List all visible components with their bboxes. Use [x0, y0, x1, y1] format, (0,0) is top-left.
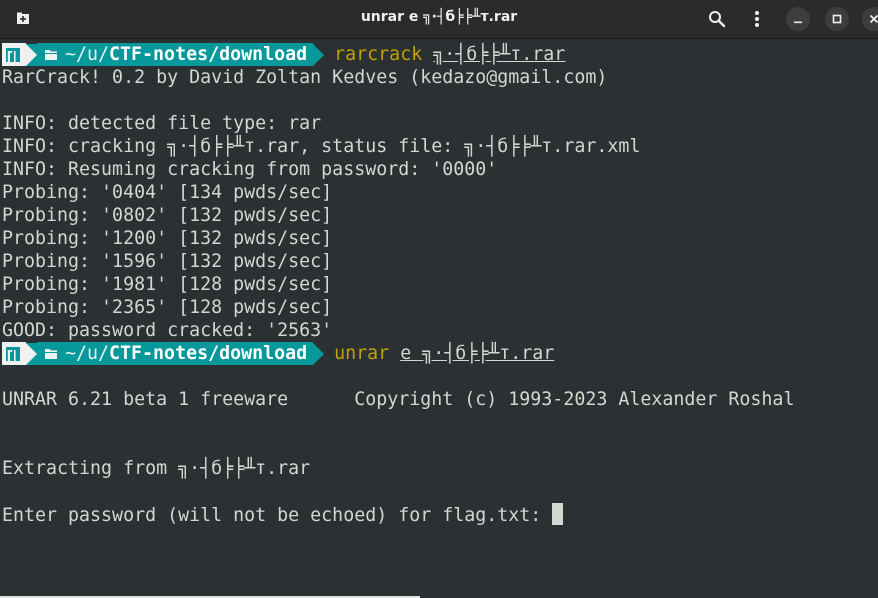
folder-icon	[45, 43, 57, 66]
shell-prompt-line: ~/u/CTF-notes/download rarcrack ╗·┤б╞╞╨т.…	[2, 43, 565, 66]
path-home: ~/	[65, 44, 88, 65]
prompt-end-arrow	[313, 43, 325, 66]
output-text: INFO: Resuming cracking from password: '…	[2, 159, 498, 180]
path-current: CTF-notes/download	[109, 343, 308, 364]
output-line: Extracting from ╗·┤б╞╞╨т.rar	[2, 457, 310, 480]
output-line: Probing: '0802' [132 pwds/sec]	[2, 204, 332, 227]
output-text: Probing: '1200' [132 pwds/sec]	[2, 228, 333, 249]
search-icon	[709, 11, 726, 28]
password-prompt-line: Enter password (will not be echoed) for …	[2, 503, 564, 526]
path-home: ~/	[65, 343, 88, 364]
terminal-output[interactable]: ~/u/CTF-notes/download rarcrack ╗·┤б╞╞╨т.…	[0, 41, 878, 598]
path-user: u/	[87, 343, 110, 364]
output-line: UNRAR 6.21 beta 1 freeware Copyright (c)…	[2, 388, 794, 411]
output-text: Probing: '1596' [132 pwds/sec]	[2, 251, 333, 272]
shell-prompt-line: ~/u/CTF-notes/download unrar e ╗·┤б╞╞╨т.r…	[2, 342, 554, 365]
output-text: UNRAR 6.21 beta 1 freeware Copyright (c)…	[2, 389, 795, 410]
output-text: GOOD: password cracked: '2563'	[2, 320, 333, 341]
path-current: CTF-notes/download	[109, 44, 308, 65]
kebab-menu-icon	[755, 11, 759, 27]
output-text: Probing: '2365' [128 pwds/sec]	[2, 297, 333, 318]
output-line: GOOD: password cracked: '2563'	[2, 319, 332, 342]
output-line: INFO: Resuming cracking from password: '…	[2, 158, 497, 181]
prompt-path-segment: ~/u/CTF-notes/download	[37, 342, 314, 365]
folder-icon	[45, 342, 57, 365]
prompt-separator-arrow	[26, 342, 37, 365]
close-icon	[869, 14, 878, 24]
prompt-os-segment	[2, 342, 26, 365]
manjaro-logo-icon	[6, 47, 20, 62]
output-text: Probing: '0802' [132 pwds/sec]	[2, 205, 333, 226]
output-text: Enter password (will not be echoed) for …	[2, 505, 553, 526]
output-text: INFO: detected file type: rar	[2, 113, 322, 134]
minimize-icon	[794, 21, 802, 24]
output-line: RarCrack! 0.2 by David Zoltan Kedves (ke…	[2, 66, 607, 89]
output-line: Probing: '1981' [128 pwds/sec]	[2, 273, 332, 296]
shell-command: rarcrack ╗·┤б╞╞╨т.rar	[334, 43, 565, 66]
output-text: Probing: '0404' [134 pwds/sec]	[2, 182, 333, 203]
output-line: Probing: '1200' [132 pwds/sec]	[2, 227, 332, 250]
output-text: Extracting from ╗·┤б╞╞╨т.rar	[2, 458, 311, 479]
prompt-path-segment: ~/u/CTF-notes/download	[37, 43, 314, 66]
manjaro-logo-icon	[6, 346, 20, 361]
output-text: INFO: cracking ╗·┤б╞╞╨т.rar, status file…	[2, 136, 641, 157]
maximize-button[interactable]	[825, 7, 849, 31]
output-line: Probing: '0404' [134 pwds/sec]	[2, 181, 332, 204]
output-text: Probing: '1981' [128 pwds/sec]	[2, 274, 333, 295]
command-args: ╗·┤б╞╞╨т.rar	[433, 44, 566, 65]
command-name: rarcrack	[334, 44, 423, 65]
minimize-button[interactable]	[786, 7, 810, 31]
prompt-end-arrow	[313, 342, 325, 365]
output-text: RarCrack! 0.2 by David Zoltan Kedves (ke…	[2, 67, 608, 88]
prompt-os-segment	[2, 43, 26, 66]
command-args: e ╗·┤б╞╞╨т.rar	[400, 343, 555, 364]
title-bar: unrar e ╗·┤б╞╞╨т.rar	[0, 0, 878, 39]
close-button[interactable]	[862, 7, 878, 31]
search-button[interactable]	[704, 6, 730, 32]
shell-command: unrar e ╗·┤б╞╞╨т.rar	[334, 342, 554, 365]
output-line: INFO: cracking ╗·┤б╞╞╨т.rar, status file…	[2, 135, 640, 158]
menu-button[interactable]	[744, 6, 770, 32]
prompt-separator-arrow	[26, 43, 37, 66]
terminal-window: unrar e ╗·┤б╞╞╨т.rar ~/ u/ CTF-notes/dow…	[0, 0, 878, 598]
text-cursor[interactable]	[552, 503, 564, 525]
maximize-icon	[832, 14, 842, 24]
output-line: Probing: '1596' [132 pwds/sec]	[2, 250, 332, 273]
path-user: u/	[87, 44, 110, 65]
output-line: INFO: detected file type: rar	[2, 112, 321, 135]
output-line: Probing: '2365' [128 pwds/sec]	[2, 296, 332, 319]
command-name: unrar	[334, 343, 390, 364]
